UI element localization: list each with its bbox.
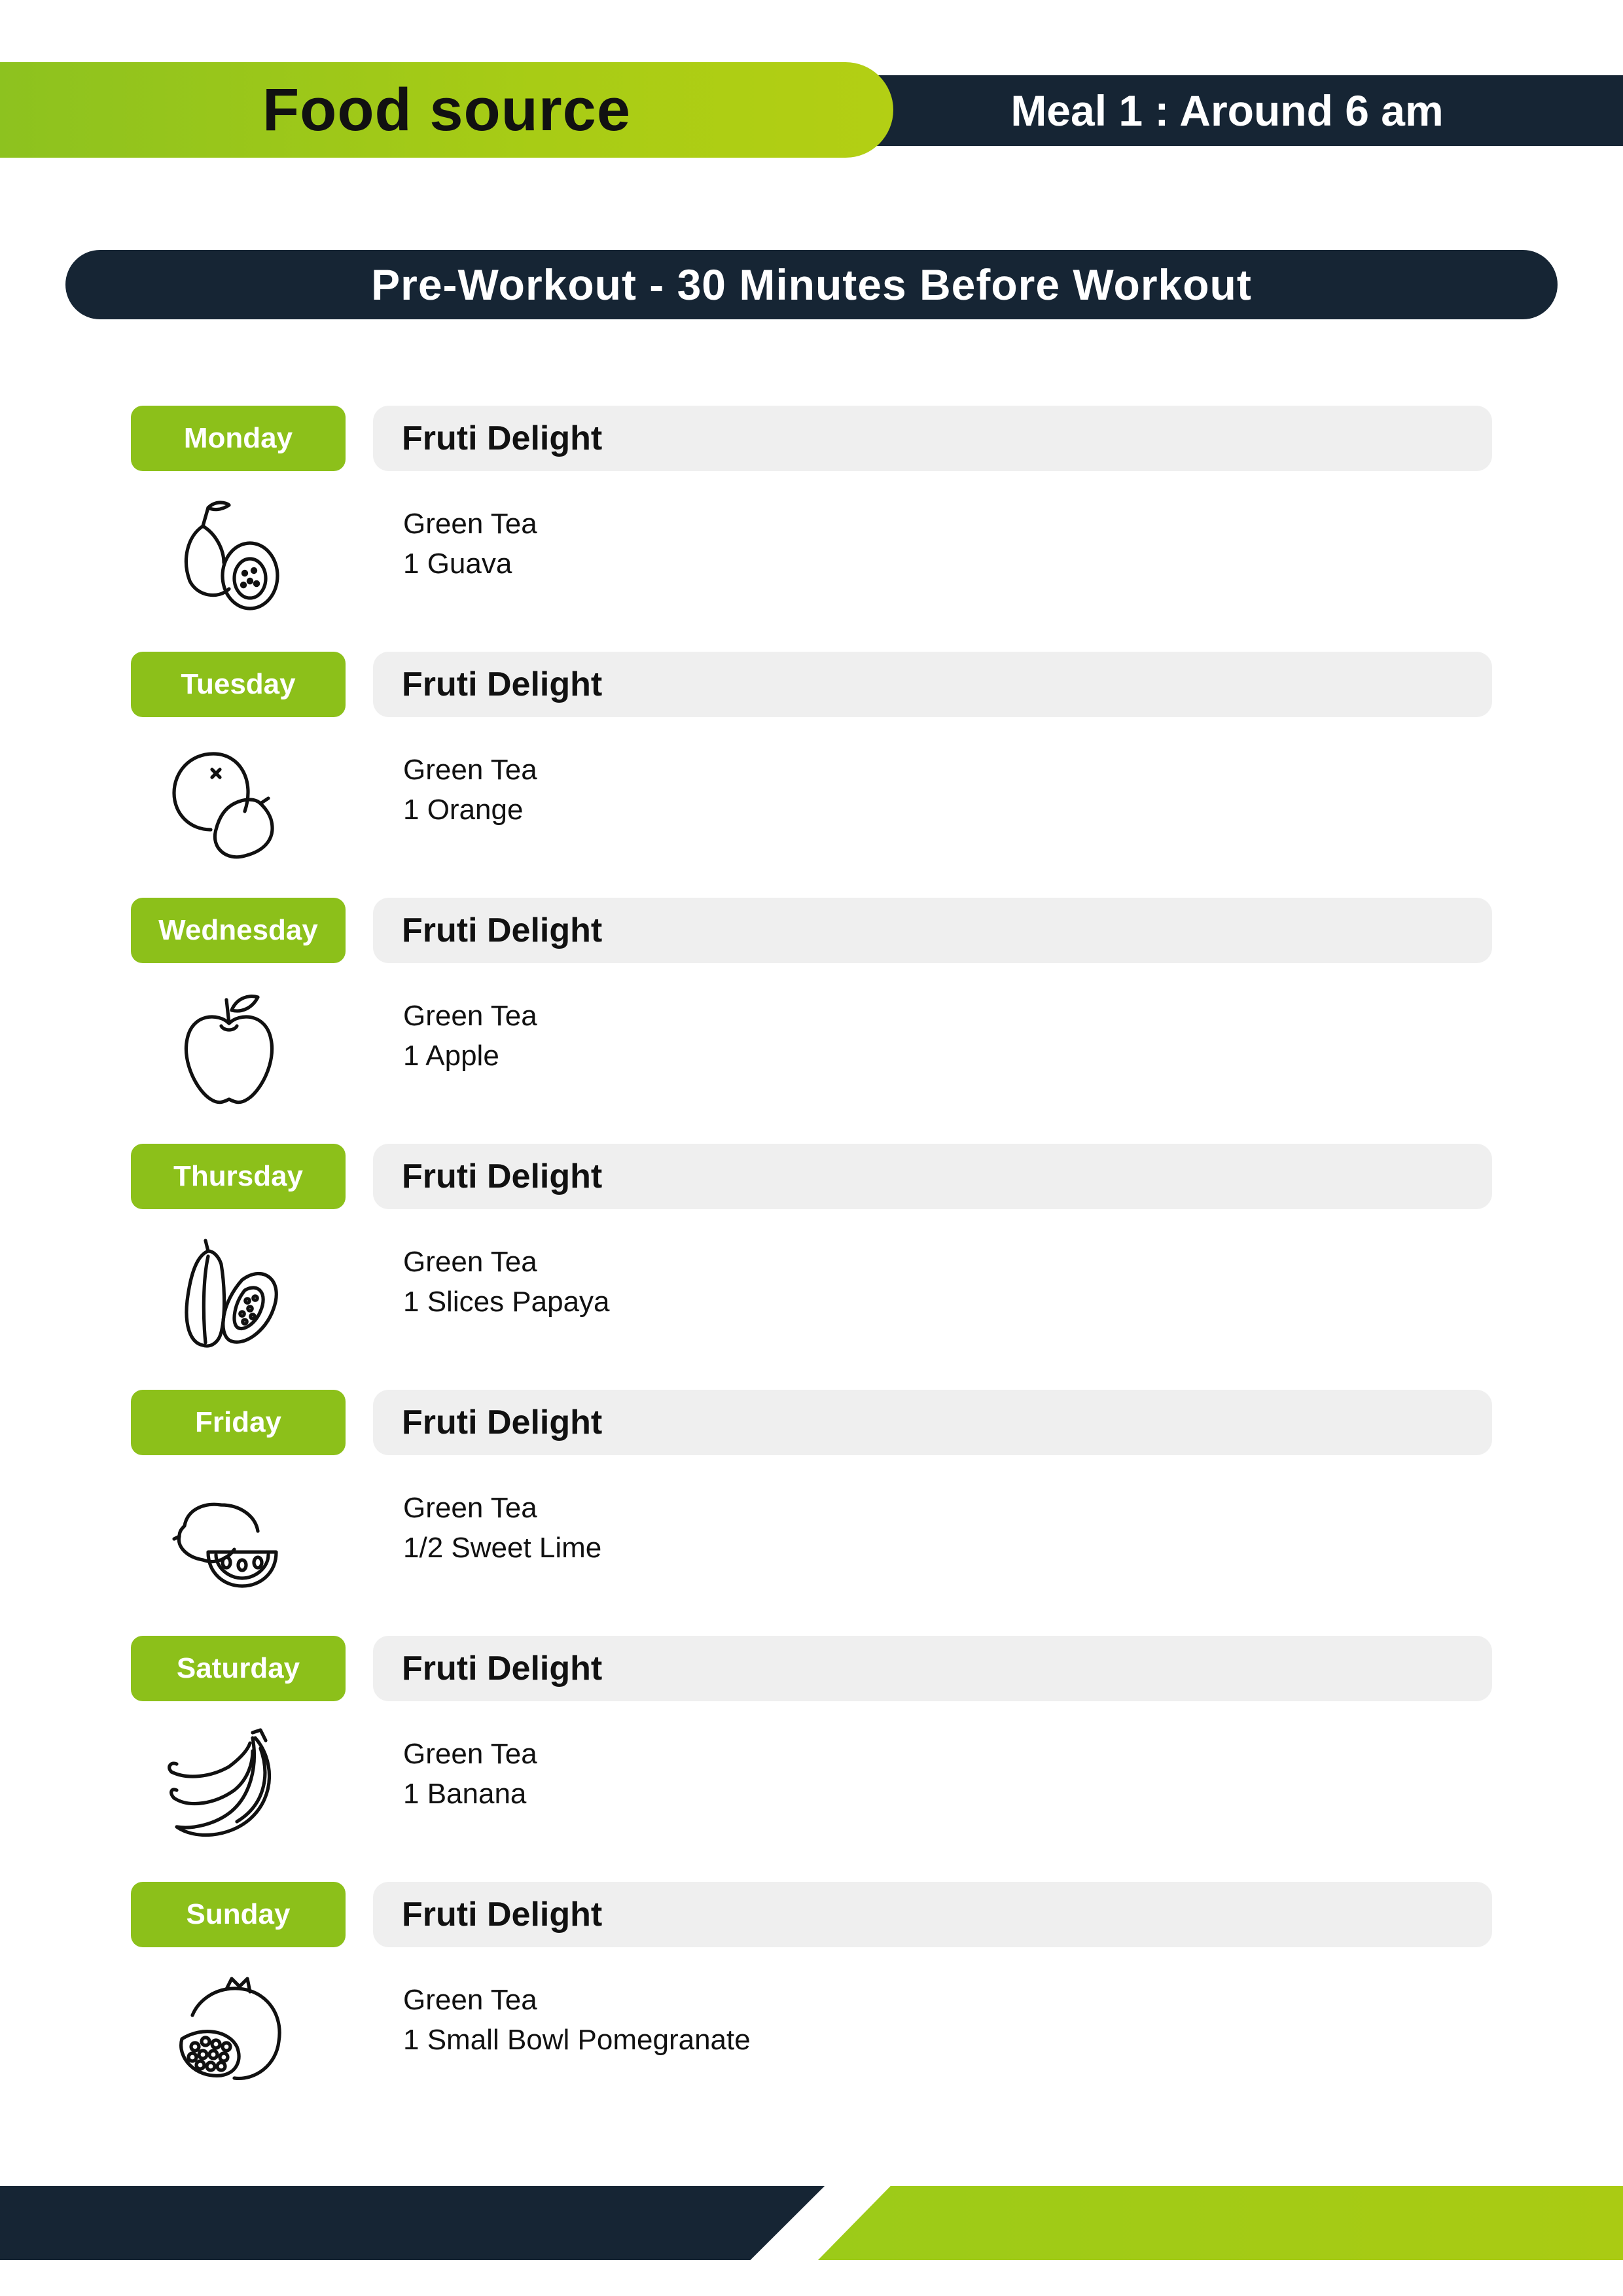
meal-item: 1 Small Bowl Pomegranate (403, 2024, 751, 2056)
meal-item: Green Tea (403, 508, 537, 540)
day-block-sunday: Sunday Fruti Delight Green Tea 1 Small B… (0, 1882, 1623, 2128)
day-block-thursday: Thursday Fruti Delight Green Tea 1 Slice… (0, 1144, 1623, 1390)
meal-items: Green Tea 1 Banana (403, 1734, 537, 1814)
papaya-icon (164, 1227, 294, 1358)
meal-item: Green Tea (403, 1984, 537, 2016)
meal-item: Green Tea (403, 1492, 537, 1524)
footer-green-band (818, 2186, 1623, 2260)
day-block-tuesday: Tuesday Fruti Delight Green Tea 1 Orange (0, 652, 1623, 898)
meal-name: Fruti Delight (373, 898, 1492, 963)
day-label: Wednesday (131, 898, 346, 963)
meal-items: Green Tea 1/2 Sweet Lime (403, 1488, 601, 1568)
meal-name: Fruti Delight (373, 1144, 1492, 1209)
meal-item: Green Tea (403, 1738, 537, 1770)
meal-item: Green Tea (403, 1246, 537, 1278)
orange-icon (164, 735, 294, 866)
footer-dark-band (0, 2186, 825, 2260)
meal-time-label: Meal 1 : Around 6 am (1010, 86, 1444, 135)
day-block-friday: Friday Fruti Delight Green Tea 1/2 Sweet… (0, 1390, 1623, 1636)
day-block-saturday: Saturday Fruti Delight Green Tea 1 Banan… (0, 1636, 1623, 1882)
day-block-wednesday: Wednesday Fruti Delight Green Tea 1 Appl… (0, 898, 1623, 1144)
day-block-monday: Monday Fruti Delight Green Tea 1 Guava (0, 406, 1623, 652)
day-label: Friday (131, 1390, 346, 1455)
meal-item: 1 Slices Papaya (403, 1286, 610, 1318)
day-label: Monday (131, 406, 346, 471)
pomegranate-icon (164, 1966, 294, 2096)
meal-items: Green Tea 1 Small Bowl Pomegranate (403, 1980, 751, 2060)
meal-items: Green Tea 1 Slices Papaya (403, 1242, 610, 1322)
meal-item: 1 Orange (403, 794, 524, 826)
meal-item: 1 Guava (403, 548, 512, 580)
meal-item: Green Tea (403, 1000, 537, 1032)
day-label: Thursday (131, 1144, 346, 1209)
sweet-lime-icon (164, 1474, 294, 1604)
meal-name: Fruti Delight (373, 652, 1492, 717)
meal-name: Fruti Delight (373, 1882, 1492, 1947)
meal-item: Green Tea (403, 754, 537, 786)
apple-icon (164, 981, 294, 1112)
section-title: Pre-Workout - 30 Minutes Before Workout (65, 250, 1558, 319)
meal-name: Fruti Delight (373, 1390, 1492, 1455)
guava-icon (164, 489, 294, 620)
meal-name: Fruti Delight (373, 406, 1492, 471)
meal-items: Green Tea 1 Apple (403, 996, 537, 1076)
meal-items: Green Tea 1 Guava (403, 504, 537, 584)
banana-icon (164, 1720, 294, 1850)
meal-item: 1/2 Sweet Lime (403, 1532, 602, 1564)
meal-name: Fruti Delight (373, 1636, 1492, 1701)
meal-items: Green Tea 1 Orange (403, 750, 537, 830)
meal-item: 1 Banana (403, 1778, 527, 1810)
day-label: Saturday (131, 1636, 346, 1701)
day-label: Sunday (131, 1882, 346, 1947)
page-title: Food source (262, 76, 632, 143)
day-label: Tuesday (131, 652, 346, 717)
meal-item: 1 Apple (403, 1040, 499, 1072)
